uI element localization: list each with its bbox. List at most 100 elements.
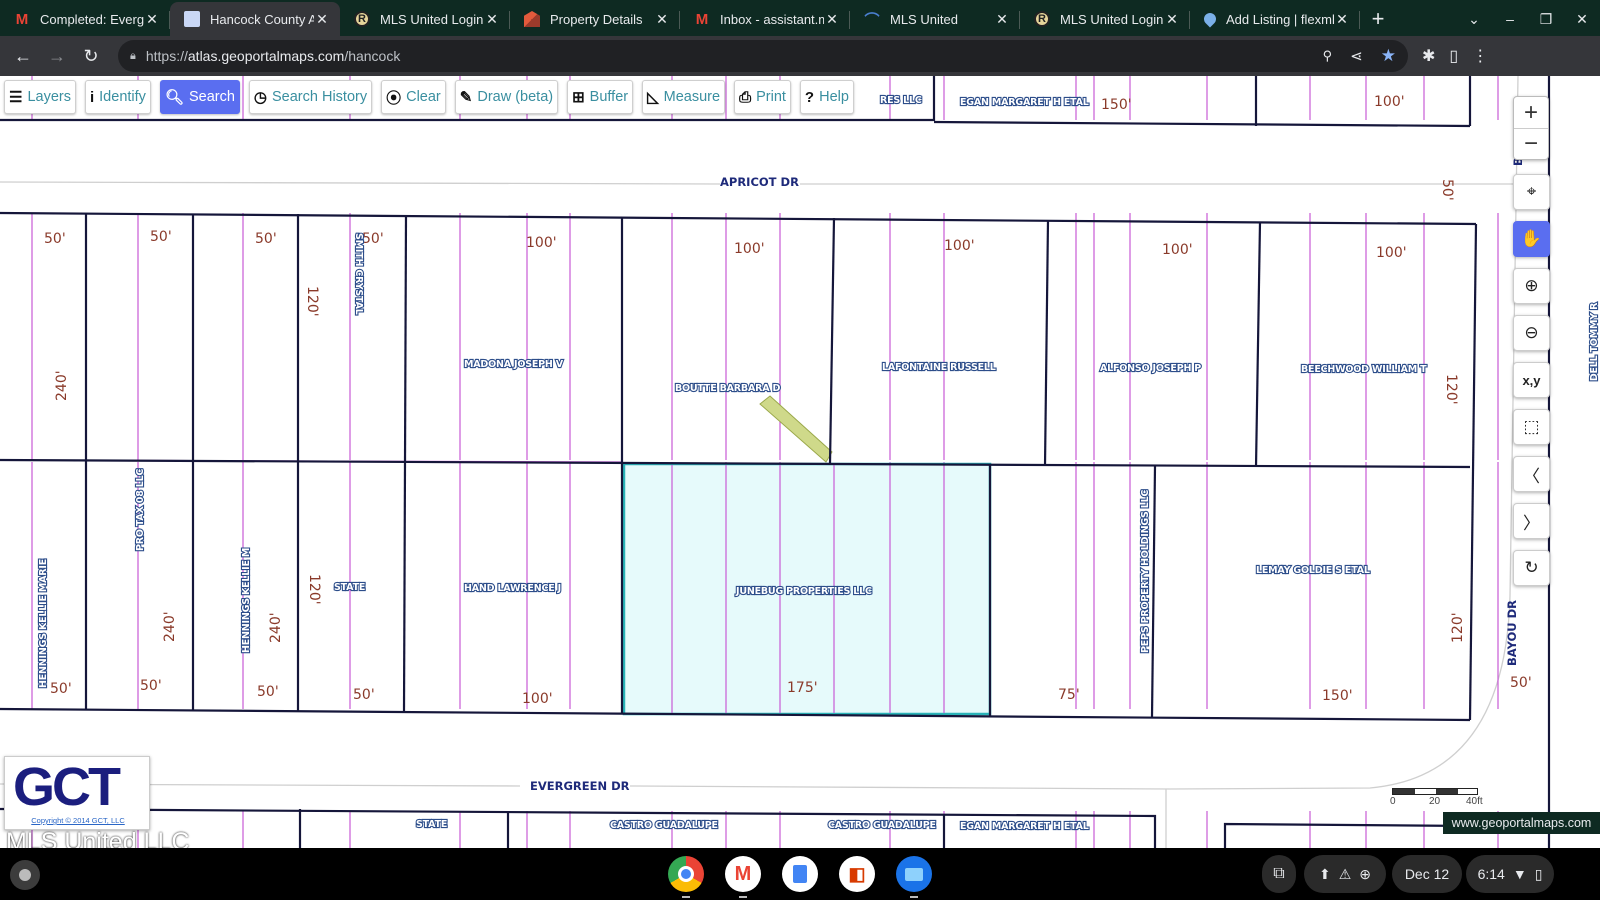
menu-kebab-icon[interactable]: ⋮	[1472, 46, 1488, 66]
gmail-icon: M	[695, 10, 709, 28]
tab-close-icon[interactable]: ✕	[484, 11, 500, 28]
print-button[interactable]: ⎙ Print	[734, 80, 791, 114]
owner-label[interactable]: DELL TOMMY R	[1588, 301, 1600, 382]
owner-label[interactable]: HAND LAWRENCE J	[463, 582, 562, 595]
search-button[interactable]: 🔍︎ Search	[159, 80, 240, 114]
chrome-app-icon[interactable]	[668, 856, 704, 898]
extensions-puzzle-icon[interactable]: ✱	[1422, 46, 1435, 66]
browser-tab[interactable]: Hancock County Atlas✕	[170, 2, 340, 36]
tab-close-icon[interactable]: ✕	[1164, 11, 1180, 28]
owner-label[interactable]: RES LLC	[879, 94, 923, 107]
help-button[interactable]: ? Help	[799, 80, 854, 114]
close-window-button[interactable]: ✕	[1564, 11, 1600, 28]
owner-label[interactable]: BEECHWOOD WILLIAM T	[1300, 363, 1429, 376]
url-field[interactable]: 🔒︎ https://atlas.geoportalmaps.com/hanco…	[118, 40, 1408, 72]
search-history-button[interactable]: ◷ Search History	[248, 80, 373, 114]
full-extent-button[interactable]: ⬚	[1513, 409, 1550, 445]
tab-close-icon[interactable]: ✕	[824, 11, 840, 28]
owner-label[interactable]: LAFONTAINE RUSSELL	[881, 361, 997, 374]
browser-tab[interactable]: M Completed: Evergreen✕	[0, 2, 170, 36]
launcher-button[interactable]	[10, 860, 40, 890]
measure-button[interactable]: ◺ Measure	[642, 80, 726, 114]
share-icon[interactable]: ⋖	[1350, 47, 1363, 65]
tab-close-icon[interactable]: ✕	[654, 11, 670, 28]
next-extent-icon: 〉	[1523, 513, 1540, 533]
owner-label[interactable]: CASTRO GUADALUPE	[609, 819, 719, 832]
holding-space-icon[interactable]: ⧉	[1262, 855, 1296, 893]
draw-button[interactable]: ✎ Draw (beta)	[454, 80, 559, 114]
owner-label[interactable]: ALFONSO JOSEPH P	[1099, 362, 1203, 375]
owner-label[interactable]: MADONA JOSEPH V	[463, 358, 565, 371]
browser-tab[interactable]: Property Details ✕	[510, 2, 680, 36]
forward-button[interactable]: →	[40, 39, 74, 73]
office-app-icon[interactable]: ◧	[839, 856, 875, 892]
owner-label[interactable]: HENNINGS KELLIE MARIE	[37, 558, 50, 689]
gmail-icon: M	[15, 10, 29, 28]
bookmark-star-icon[interactable]: ★	[1381, 46, 1396, 66]
new-tab-button[interactable]: +	[1360, 2, 1396, 36]
side-panel-icon[interactable]: ▯	[1449, 46, 1458, 66]
owner-label[interactable]: EGAN MARGARET H ETAL	[959, 96, 1090, 109]
browser-tab[interactable]: ⌒ MLS United ✕	[850, 2, 1020, 36]
browser-tab[interactable]: R MLS United Login ✕	[1020, 2, 1190, 36]
tab-close-icon[interactable]: ✕	[1334, 11, 1350, 28]
browser-tab[interactable]: Add Listing | flexmls ✕	[1190, 2, 1360, 36]
tab-close-icon[interactable]: ✕	[314, 11, 330, 28]
restore-button[interactable]: ❐	[1528, 11, 1564, 28]
address-bar-row: ← → ↻ 🔒︎ https://atlas.geoportalmaps.com…	[0, 36, 1600, 76]
owner-label-selected[interactable]: JUNEBUG PROPERTIES LLC	[734, 585, 873, 598]
files-app-icon[interactable]	[896, 856, 932, 898]
minimize-button[interactable]: –	[1492, 11, 1528, 27]
owner-label[interactable]: STATE	[415, 818, 449, 831]
layers-button[interactable]: ☰ Layers	[4, 80, 76, 114]
geoportal-watermark[interactable]: www.geoportalmaps.com	[1443, 812, 1600, 834]
gmail-app-icon[interactable]: M	[725, 856, 761, 898]
browser-tab[interactable]: R MLS United Login ✕	[340, 2, 510, 36]
tab-close-icon[interactable]: ✕	[144, 11, 160, 28]
layers-label: Layers	[27, 89, 71, 105]
zoom-out-button[interactable]: −	[1514, 128, 1548, 159]
browser-tab[interactable]: M Inbox - assistant.m ✕	[680, 2, 850, 36]
owner-label[interactable]: CASTRO GUADALUPE	[827, 819, 937, 832]
next-extent-button[interactable]: 〉	[1513, 503, 1550, 539]
locate-button[interactable]: ⌖	[1513, 174, 1550, 210]
owner-label[interactable]: HENNINGS KELLIE M	[240, 547, 253, 654]
previous-extent-button[interactable]: 〈	[1513, 456, 1550, 492]
owner-label[interactable]: SMITH CRYSTAL	[352, 232, 365, 316]
owner-label[interactable]: PRO TAX 08 LLC	[134, 467, 147, 552]
mls-r-icon: R	[1034, 11, 1050, 27]
owner-label[interactable]: EGAN MARGARET H ETAL	[959, 820, 1090, 833]
owner-label[interactable]: PEPS PROPERTY HOLDINGS LLC	[1139, 488, 1152, 654]
pan-button[interactable]: ✋	[1513, 221, 1550, 257]
reload-button[interactable]: ↻	[74, 39, 108, 73]
owner-label[interactable]: BOUTTE BARBARA D	[674, 382, 782, 395]
zoom-in-box-button[interactable]: ⊕	[1513, 268, 1550, 304]
clear-button[interactable]: ⦿ Clear	[381, 80, 446, 114]
parcel-map[interactable]: APRICOT DR EVERGREEN DR BAYOU DR BAYOU D…	[0, 76, 1600, 848]
status-notifications[interactable]: ⬆ ⚠ ⊕	[1304, 855, 1386, 893]
owner-label[interactable]: LEMAY GOLDIE S ETAL	[1255, 564, 1371, 577]
back-button[interactable]: ←	[6, 39, 40, 73]
search-icon: 🔍︎	[164, 89, 184, 106]
refresh-button[interactable]: ↻	[1513, 550, 1550, 586]
location-blocked-icon[interactable]: ⚲	[1323, 48, 1333, 64]
gct-logo-box[interactable]: GCT Copyright © 2014 GCT, LLC	[4, 756, 150, 830]
xy-button[interactable]: x,y	[1513, 362, 1550, 398]
system-tray[interactable]: 6:14 ▼ ▯	[1466, 855, 1554, 893]
tab-close-icon[interactable]: ✕	[994, 11, 1010, 28]
buffer-button[interactable]: ⊞ Buffer	[567, 80, 634, 114]
zoom-in-button[interactable]: +	[1514, 97, 1548, 128]
dim-label: 50'	[1439, 179, 1455, 201]
tab-search-icon[interactable]: ⌄	[1456, 11, 1492, 28]
lock-icon: 🔒︎	[130, 49, 136, 62]
copyright-link[interactable]: Copyright © 2014 GCT, LLC	[5, 816, 151, 825]
dim-label: 50'	[50, 681, 72, 697]
identify-button[interactable]: i Identify	[84, 80, 151, 114]
date-tray[interactable]: Dec 12	[1392, 855, 1462, 893]
docs-app-icon[interactable]	[782, 856, 818, 892]
print-label: Print	[756, 89, 786, 105]
map-viewport[interactable]: APRICOT DR EVERGREEN DR BAYOU DR BAYOU D…	[0, 76, 1600, 848]
url-path: /hancock	[344, 48, 401, 64]
owner-label[interactable]: STATE	[333, 581, 367, 594]
zoom-out-box-button[interactable]: ⊖	[1513, 315, 1550, 351]
